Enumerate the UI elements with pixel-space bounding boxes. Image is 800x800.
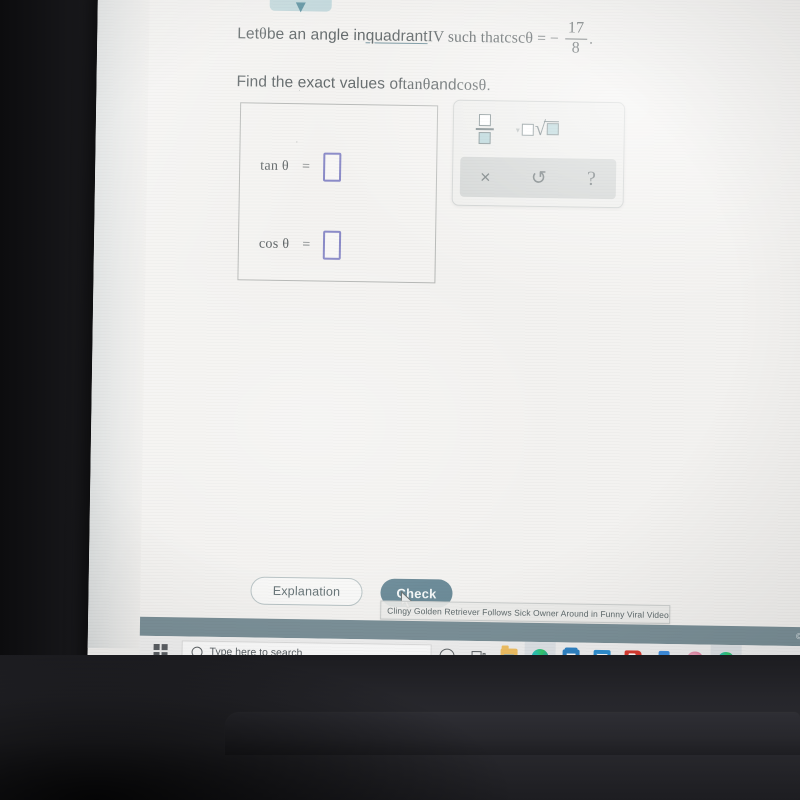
news-toast-text: Clingy Golden Retriever Follows Sick Own… <box>387 605 669 620</box>
problem-line-1: Let θ be an angle in quadrant IV such th… <box>237 16 758 61</box>
screen-speck: · <box>258 0 260 1</box>
chevron-down-icon: ▼ <box>292 0 310 17</box>
screen-content: ▼ · Let θ be an angle in quadrant IV suc… <box>87 0 800 698</box>
radicand-box <box>546 123 559 136</box>
problem-text-mid2: IV such that <box>427 28 505 47</box>
equals-minus: = − <box>536 30 559 48</box>
problem-statement: Let θ be an angle in quadrant IV such th… <box>236 16 757 99</box>
help-icon[interactable]: ? <box>587 168 596 190</box>
theta-symbol-2: θ <box>525 30 534 48</box>
clear-icon[interactable]: × <box>480 167 491 187</box>
tan-theta-label: tan θ <box>260 158 290 174</box>
laptop-hinge <box>225 713 800 755</box>
tan-function: tan <box>402 75 423 94</box>
palette-actions-row: × ↺ ? <box>459 156 617 200</box>
fraction-template-icon <box>475 114 494 144</box>
problem-period: . <box>588 31 594 49</box>
radical-overbar <box>543 121 559 123</box>
answer-row-cos: cos θ = <box>259 230 342 260</box>
cos-equals-sign: = <box>302 236 311 252</box>
cos-theta-label: cos θ <box>258 236 290 252</box>
and-text: and <box>430 76 457 94</box>
explanation-button[interactable]: Explanation <box>250 576 363 607</box>
quadrant-glossary-link[interactable]: quadrant <box>366 28 428 47</box>
laptop-photo: ▼ · Let θ be an angle in quadrant IV suc… <box>0 0 800 800</box>
radical-sign-wrap: √ <box>535 118 559 140</box>
radical-template-icon: √ <box>521 118 559 141</box>
problem-line-2: Find the exact values of tan θ and cos θ… <box>236 73 756 99</box>
fraction-numerator-box <box>478 114 492 127</box>
palette-templates-row: ▾ √ <box>453 101 624 160</box>
csc-function: csc <box>504 29 526 48</box>
fraction-numerator: 17 <box>567 19 585 37</box>
answer-row-tan: tan θ = <box>260 152 342 182</box>
tan-theta-input[interactable] <box>322 152 342 182</box>
caret-icon: ▾ <box>515 125 520 135</box>
problem-text-mid1: be an angle in <box>266 26 366 45</box>
radical-index-box <box>521 123 534 136</box>
problem-text-pre: Let <box>237 25 260 44</box>
cos-function: cos <box>456 76 479 94</box>
find-text: Find the exact values of <box>236 73 403 93</box>
answer-card: · tan θ = cos θ = <box>237 102 439 284</box>
laptop-screen: ▼ · Let θ be an angle in quadrant IV suc… <box>87 0 800 698</box>
fraction-denominator-box <box>478 131 491 144</box>
math-input-palette: ▾ √ × ↺ ? <box>451 99 626 209</box>
tan-equals-sign: = <box>301 158 311 174</box>
undo-icon[interactable]: ↺ <box>531 167 547 188</box>
fraction-17-over-8: 17 8 <box>564 19 588 57</box>
problem-period-2: . <box>486 77 491 95</box>
radical-template-button[interactable]: ▾ √ <box>515 118 559 141</box>
problem-page: ▼ · Let θ be an angle in quadrant IV suc… <box>139 0 800 678</box>
fraction-template-bar <box>475 128 494 131</box>
fraction-denominator: 8 <box>571 39 580 57</box>
collapse-chip[interactable]: ▼ <box>269 0 332 17</box>
screen-speck-2: · <box>295 137 299 147</box>
copyright-text: © 2022 McGra <box>796 631 800 642</box>
cos-theta-input[interactable] <box>323 230 342 260</box>
screen-speck-3: · <box>298 87 301 95</box>
fraction-template-button[interactable] <box>475 114 494 144</box>
laptop-deck <box>0 655 800 800</box>
